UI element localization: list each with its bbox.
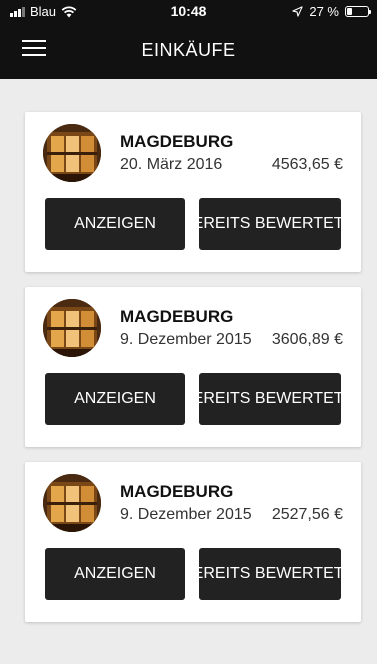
battery-fill xyxy=(347,8,353,15)
status-right: 27 % xyxy=(292,4,371,19)
store-name: MAGDEBURG xyxy=(120,482,234,501)
purchase-date: 9. Dezember 2015 xyxy=(120,331,252,348)
store-image xyxy=(43,299,101,357)
purchase-card: MAGDEBURG 9. Dezember 2015 3606,89 € ANZ… xyxy=(25,287,361,447)
store-image xyxy=(43,124,101,182)
already-rated-button[interactable]: BEREITS BEWERTET xyxy=(199,198,341,250)
header: Blau 10:48 27 % EINKÄUFE xyxy=(0,0,377,79)
store-image xyxy=(43,474,101,532)
already-rated-button[interactable]: BEREITS BEWERTET xyxy=(199,548,341,600)
store-name: MAGDEBURG xyxy=(120,307,234,326)
purchase-card: MAGDEBURG 9. Dezember 2015 2527,56 € ANZ… xyxy=(25,462,361,622)
purchase-date: 9. Dezember 2015 xyxy=(120,506,252,523)
show-button[interactable]: ANZEIGEN xyxy=(45,548,185,600)
location-arrow-icon xyxy=(292,6,303,17)
page-title: EINKÄUFE xyxy=(141,40,236,60)
purchase-date: 20. März 2016 xyxy=(120,156,223,173)
purchase-card: MAGDEBURG 20. März 2016 4563,65 € ANZEIG… xyxy=(25,112,361,272)
status-bar: Blau 10:48 27 % xyxy=(0,0,377,22)
battery-icon xyxy=(345,6,371,17)
show-button[interactable]: ANZEIGEN xyxy=(45,373,185,425)
battery-percentage: 27 % xyxy=(309,4,339,19)
app-bar: EINKÄUFE xyxy=(0,22,377,79)
already-rated-button[interactable]: BEREITS BEWERTET xyxy=(199,373,341,425)
purchase-amount: 2527,56 € xyxy=(271,506,343,523)
store-name: MAGDEBURG xyxy=(120,132,234,151)
purchase-amount: 3606,89 € xyxy=(271,331,343,348)
purchase-amount: 4563,65 € xyxy=(271,156,343,173)
show-button[interactable]: ANZEIGEN xyxy=(45,198,185,250)
